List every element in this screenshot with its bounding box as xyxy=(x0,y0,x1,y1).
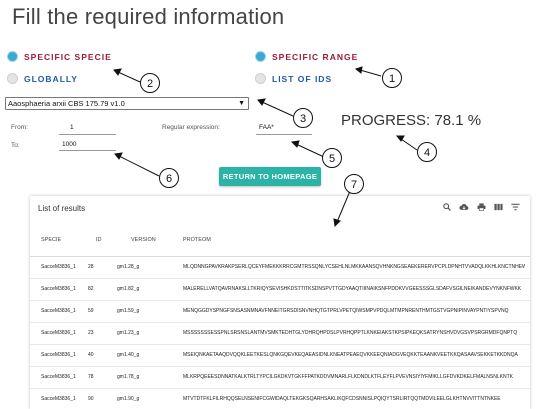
callout-6: 6 xyxy=(159,168,179,188)
callout-7: 7 xyxy=(344,174,364,194)
callout-2: 2 xyxy=(140,73,160,93)
callout-3: 3 xyxy=(293,108,313,128)
callout-5: 5 xyxy=(322,148,342,168)
callout-1: 1 xyxy=(382,68,402,88)
callout-4: 4 xyxy=(417,142,437,162)
callout-arrows xyxy=(113,66,418,228)
